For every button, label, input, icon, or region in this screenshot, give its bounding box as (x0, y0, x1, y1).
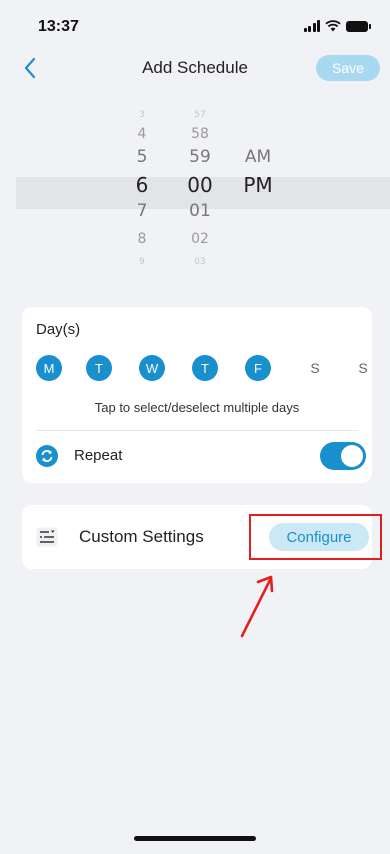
picker-option[interactable]: 9 (112, 258, 172, 267)
picker-option[interactable]: 5 (112, 149, 172, 166)
picker-option[interactable]: AM (228, 149, 288, 166)
annotation-arrow-icon (240, 575, 274, 638)
nav-bar: Add Schedule Save (0, 48, 390, 88)
custom-settings-label: Custom Settings (79, 527, 204, 546)
day-toggle[interactable]: S (350, 355, 376, 381)
toggle-knob (341, 445, 363, 467)
divider (36, 430, 358, 431)
wifi-icon (325, 20, 341, 32)
day-toggle[interactable]: W (139, 355, 165, 381)
days-card: Day(s) MTWTFSS Tap to select/deselect mu… (22, 307, 372, 483)
battery-icon (346, 20, 371, 32)
time-picker[interactable]: 3 4 5 6 7 8 9 57 58 59 00 01 02 03 AM PM (0, 100, 390, 290)
day-toggle[interactable]: F (245, 355, 271, 381)
day-toggle[interactable]: M (36, 355, 62, 381)
picker-option[interactable]: 01 (170, 203, 230, 220)
day-selector: MTWTFSS (36, 355, 368, 381)
repeat-icon (36, 445, 58, 467)
save-button[interactable]: Save (316, 55, 380, 81)
picker-option[interactable]: 57 (170, 111, 230, 120)
picker-option[interactable]: 58 (170, 127, 230, 141)
days-hint: Tap to select/deselect multiple days (94, 400, 300, 415)
annotation-highlight-box (249, 514, 382, 560)
picker-option[interactable]: 00 (170, 175, 230, 195)
day-toggle[interactable]: T (86, 355, 112, 381)
day-toggle[interactable]: T (192, 355, 218, 381)
repeat-label: Repeat (74, 447, 123, 464)
picker-option[interactable]: PM (228, 175, 288, 195)
picker-option[interactable]: 8 (112, 232, 172, 246)
signal-icon (303, 20, 320, 32)
picker-option[interactable]: 03 (170, 258, 230, 267)
day-toggle[interactable]: S (302, 355, 328, 381)
picker-option[interactable]: 3 (112, 111, 172, 120)
days-title: Day(s) (36, 321, 81, 338)
status-time: 13:37 (38, 18, 79, 35)
home-indicator (134, 836, 256, 841)
picker-option[interactable]: 6 (112, 175, 172, 195)
picker-option[interactable]: 7 (112, 203, 172, 220)
repeat-toggle[interactable] (320, 442, 366, 470)
picker-option[interactable]: 59 (170, 149, 230, 166)
settings-list-icon (36, 527, 58, 547)
status-bar: 13:37 (0, 0, 390, 48)
picker-option[interactable]: 4 (112, 127, 172, 141)
status-icons (303, 20, 371, 32)
picker-option[interactable]: 02 (170, 232, 230, 246)
